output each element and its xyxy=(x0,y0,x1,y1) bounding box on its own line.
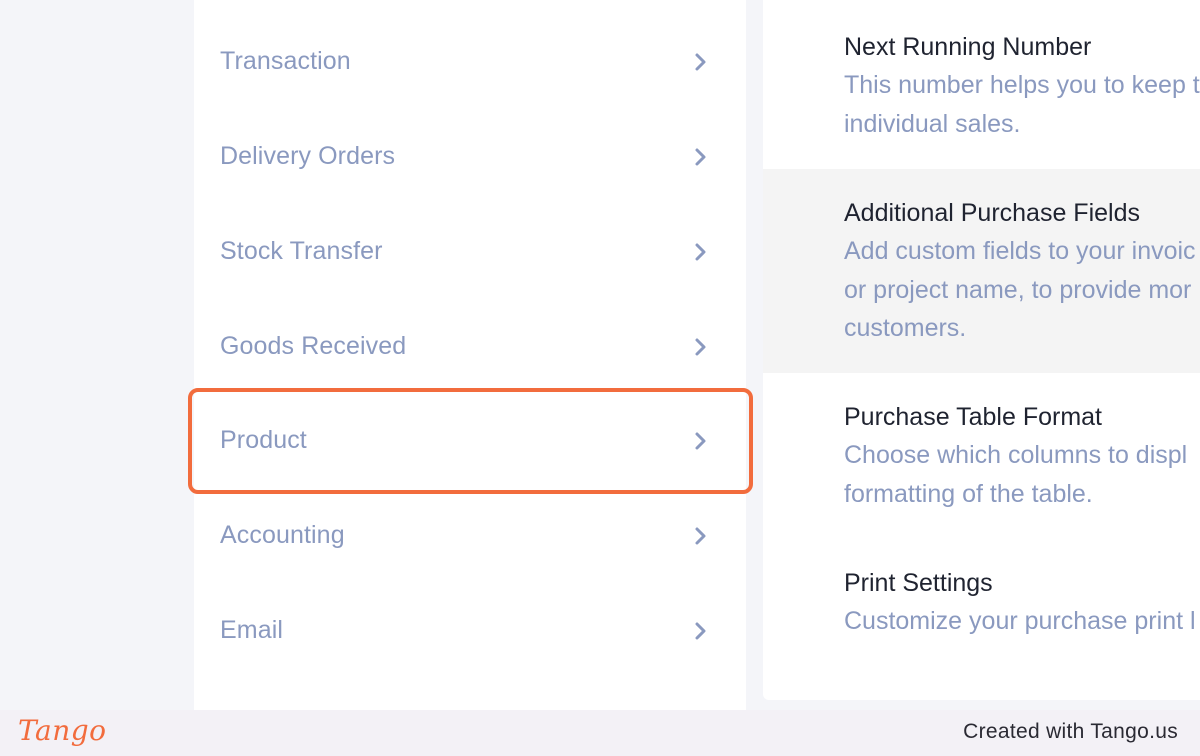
menu-item-label: Email xyxy=(220,616,284,644)
option-description: individual sales. xyxy=(844,109,1021,138)
option-description: This number helps you to keep t xyxy=(844,71,1200,99)
option-description: Customize your purchase print l xyxy=(844,607,1196,635)
tango-footer: Tango Created with Tango.us xyxy=(0,710,1200,756)
created-with-credit[interactable]: Created with Tango.us xyxy=(963,720,1178,744)
menu-item-label: Accounting xyxy=(220,521,345,549)
chevron-right-icon xyxy=(690,525,712,547)
chevron-right-icon xyxy=(690,51,712,73)
menu-item-label: Goods Received xyxy=(220,332,407,360)
option-description: formatting of the table. xyxy=(844,479,1093,508)
menu-item-goods-received[interactable]: Goods Received xyxy=(194,299,746,394)
menu-item-label: Product xyxy=(220,426,307,454)
settings-menu: Transaction Delivery Orders Stock Transf… xyxy=(194,0,746,710)
option-title: Next Running Number xyxy=(844,33,1092,61)
menu-item-delivery-orders[interactable]: Delivery Orders xyxy=(194,109,746,204)
option-description: customers. xyxy=(844,314,967,342)
menu-item-email[interactable]: Email xyxy=(194,583,746,678)
option-title: Purchase Table Format xyxy=(844,403,1102,431)
menu-item-product[interactable]: Product xyxy=(194,393,746,488)
chevron-right-icon xyxy=(690,336,712,358)
option-title: Additional Purchase Fields xyxy=(844,199,1140,227)
menu-item-accounting[interactable]: Accounting xyxy=(194,488,746,583)
menu-item-label: Delivery Orders xyxy=(220,142,396,170)
chevron-right-icon xyxy=(690,146,712,168)
menu-item-label: Stock Transfer xyxy=(220,237,383,265)
option-description: or project name, to provide mor xyxy=(844,275,1192,304)
screenshot-stage: Transaction Delivery Orders Stock Transf… xyxy=(0,0,1200,756)
option-purchase-table-format[interactable]: Purchase Table Format Choose which colum… xyxy=(763,398,1200,538)
purchase-options-panel: Next Running Number This number helps yo… xyxy=(763,0,1200,700)
menu-item-label: Transaction xyxy=(220,47,351,75)
option-description: Choose which columns to displ xyxy=(844,441,1188,469)
menu-item-transaction[interactable]: Transaction xyxy=(194,14,746,109)
chevron-right-icon xyxy=(690,430,712,452)
option-additional-purchase-fields[interactable]: Additional Purchase Fields Add custom fi… xyxy=(763,169,1200,373)
option-title: Print Settings xyxy=(844,569,993,597)
tango-logo[interactable]: Tango xyxy=(18,714,107,747)
chevron-right-icon xyxy=(690,241,712,263)
option-description: Add custom fields to your invoic xyxy=(844,237,1196,265)
menu-item-stock-transfer[interactable]: Stock Transfer xyxy=(194,204,746,299)
option-next-running-number[interactable]: Next Running Number This number helps yo… xyxy=(763,28,1200,169)
option-print-settings[interactable]: Print Settings Customize your purchase p… xyxy=(763,564,1200,654)
chevron-right-icon xyxy=(690,620,712,642)
